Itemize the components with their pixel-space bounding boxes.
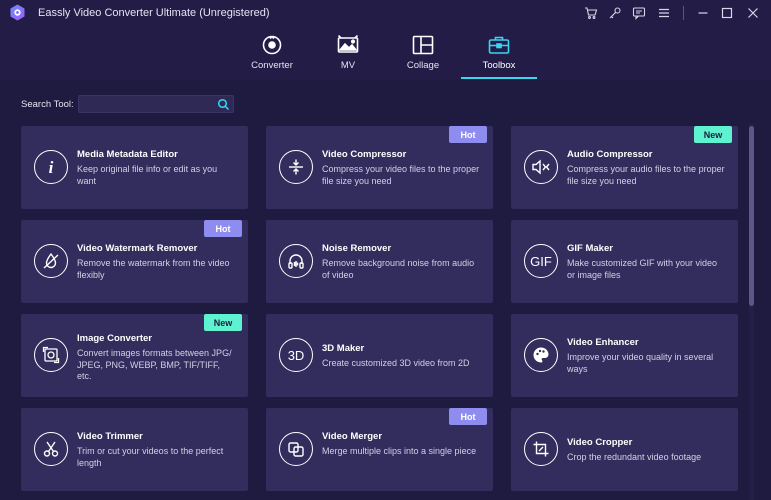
tool-card-audio-compressor[interactable]: New Audio Compressor Compress your audio… bbox=[511, 126, 738, 209]
tool-description: Make customized GIF with your video or i… bbox=[567, 258, 718, 280]
new-badge: New bbox=[694, 126, 732, 143]
palette-icon bbox=[524, 338, 558, 372]
merge-icon bbox=[279, 432, 313, 466]
hot-badge: Hot bbox=[449, 408, 487, 425]
tab-converter[interactable]: Converter bbox=[242, 26, 302, 80]
search-input[interactable] bbox=[83, 97, 211, 111]
tool-description: Merge multiple clips into a single piece bbox=[322, 446, 477, 456]
tool-card-video-merger[interactable]: Hot Video Merger Merge multiple clips in… bbox=[266, 408, 493, 491]
image-convert-icon bbox=[34, 338, 68, 372]
tool-card-3d-maker[interactable]: 3D 3D Maker Create customized 3D video f… bbox=[266, 314, 493, 397]
compress-icon bbox=[279, 150, 313, 184]
tool-title: Media Metadata Editor bbox=[77, 149, 178, 160]
tool-description: Convert images formats between JPG/ JPEG… bbox=[77, 348, 232, 381]
search-label: Search Tool: bbox=[21, 99, 74, 110]
gif-icon: GIF bbox=[524, 244, 558, 278]
app-logo-icon bbox=[10, 4, 25, 21]
tab-label: Converter bbox=[251, 60, 293, 71]
audio-compress-icon bbox=[524, 150, 558, 184]
cart-icon[interactable] bbox=[582, 4, 600, 22]
tab-label: MV bbox=[340, 60, 356, 71]
tab-toolbox[interactable]: Toolbox bbox=[472, 26, 526, 80]
tool-description: Remove the watermark from the video flex… bbox=[77, 258, 230, 280]
collage-icon bbox=[412, 33, 434, 57]
tool-card-image-converter[interactable]: New Image Converter Convert images forma… bbox=[21, 314, 248, 397]
main-nav: Converter MV Collage Toolbox bbox=[0, 26, 771, 80]
tab-mv[interactable]: MV bbox=[327, 26, 369, 80]
tool-card-video-compressor[interactable]: Hot Video Compressor Compress your video… bbox=[266, 126, 493, 209]
tool-title: Video Watermark Remover bbox=[77, 243, 198, 254]
crop-icon bbox=[524, 432, 558, 466]
tool-description: Compress your audio files to the proper … bbox=[567, 164, 725, 186]
maximize-icon[interactable] bbox=[718, 4, 736, 22]
window-title: Eassly Video Converter Ultimate (Unregis… bbox=[38, 7, 270, 19]
tab-label: Toolbox bbox=[482, 60, 516, 71]
tab-collage[interactable]: Collage bbox=[396, 26, 450, 80]
tool-title: Video Enhancer bbox=[567, 337, 639, 348]
tool-title: Noise Remover bbox=[322, 243, 392, 254]
tool-title: 3D Maker bbox=[322, 343, 365, 354]
tool-title: GIF Maker bbox=[567, 243, 613, 254]
tool-title: Video Merger bbox=[322, 431, 383, 442]
tool-title: Video Cropper bbox=[567, 437, 633, 448]
minimize-icon[interactable] bbox=[694, 4, 712, 22]
watermark-icon bbox=[34, 244, 68, 278]
tool-description: Improve your video quality in several wa… bbox=[567, 352, 714, 374]
svg-text:i: i bbox=[49, 158, 54, 176]
hot-badge: Hot bbox=[204, 220, 242, 237]
tool-title: Audio Compressor bbox=[567, 149, 653, 160]
toolbox-icon bbox=[488, 33, 510, 57]
tool-card-video-trimmer[interactable]: Video Trimmer Trim or cut your videos to… bbox=[21, 408, 248, 491]
tool-description: Keep original file info or edit as you w… bbox=[77, 164, 218, 186]
tool-description: Crop the redundant video footage bbox=[567, 452, 702, 462]
tool-description: Compress your video files to the proper … bbox=[322, 164, 480, 186]
tool-description: Trim or cut your videos to the perfect l… bbox=[77, 446, 224, 468]
info-icon: i bbox=[34, 150, 68, 184]
tool-title: Image Converter bbox=[77, 333, 152, 344]
tool-title: Video Trimmer bbox=[77, 431, 143, 442]
tool-title: Video Compressor bbox=[322, 149, 407, 160]
tool-card-media-metadata-editor[interactable]: i Media Metadata Editor Keep original fi… bbox=[21, 126, 248, 209]
search-field[interactable] bbox=[78, 95, 234, 113]
new-badge: New bbox=[204, 314, 242, 331]
divider bbox=[683, 6, 684, 20]
tool-card-noise-remover[interactable]: Noise Remover Remove background noise fr… bbox=[266, 220, 493, 303]
image-icon bbox=[337, 33, 359, 57]
active-tab-indicator bbox=[461, 77, 537, 79]
tab-label: Collage bbox=[406, 60, 440, 71]
tool-card-video-watermark-remover[interactable]: Hot Video Watermark Remover Remove the w… bbox=[21, 220, 248, 303]
tool-card-video-enhancer[interactable]: Video Enhancer Improve your video qualit… bbox=[511, 314, 738, 397]
feedback-icon[interactable] bbox=[630, 4, 648, 22]
search-icon[interactable] bbox=[217, 98, 230, 111]
menu-icon[interactable] bbox=[655, 4, 673, 22]
tool-card-video-cropper[interactable]: Video Cropper Crop the redundant video f… bbox=[511, 408, 738, 491]
scrollbar-thumb[interactable] bbox=[749, 126, 754, 306]
tool-description: Remove background noise from audio of vi… bbox=[322, 258, 475, 280]
tool-card-gif-maker[interactable]: GIF GIF Maker Make customized GIF with y… bbox=[511, 220, 738, 303]
key-icon[interactable] bbox=[606, 4, 624, 22]
title-bar: Eassly Video Converter Ultimate (Unregis… bbox=[0, 0, 771, 26]
hot-badge: Hot bbox=[449, 126, 487, 143]
close-icon[interactable] bbox=[744, 4, 762, 22]
3d-icon: 3D bbox=[279, 338, 313, 372]
convert-icon bbox=[261, 33, 283, 57]
headphones-icon bbox=[279, 244, 313, 278]
tool-description: Create customized 3D video from 2D bbox=[322, 358, 470, 368]
scissors-icon bbox=[34, 432, 68, 466]
